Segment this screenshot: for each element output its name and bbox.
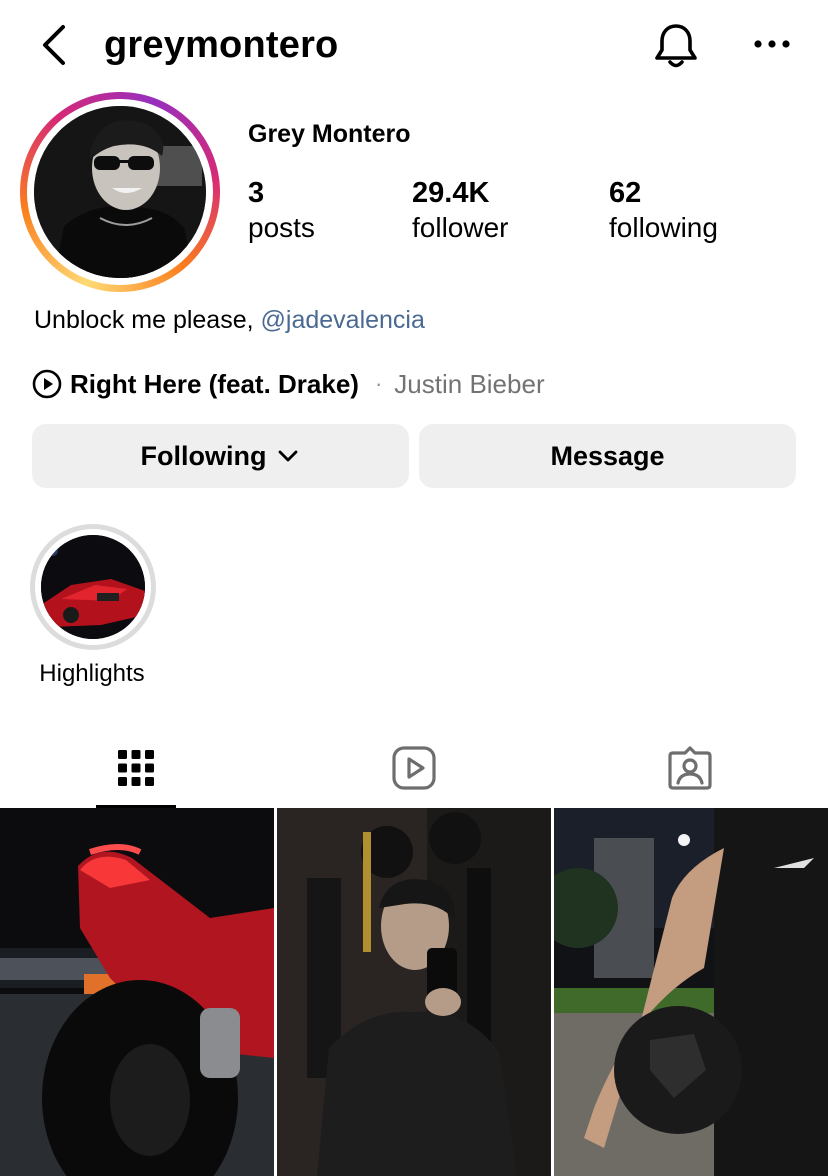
avatar [34, 106, 206, 278]
more-options-button[interactable] [748, 26, 796, 62]
following-count: 62 [609, 177, 642, 209]
bell-icon [655, 24, 697, 68]
music-artist: Justin Bieber [394, 368, 545, 399]
tab-reels[interactable] [374, 728, 454, 808]
posts-label: posts [248, 212, 315, 243]
profile-page: greymontero Grey Montero 3 posts 29.4K f… [0, 0, 828, 1176]
message-button-label: Message [550, 440, 665, 471]
notifications-button[interactable] [652, 20, 700, 70]
music-title: Right Here (feat. Drake) [70, 368, 359, 399]
profile-bio: Unblock me please, @jadevalencia [34, 306, 425, 335]
highlight-label: Highlights [39, 660, 145, 687]
bio-mention-link[interactable]: @jadevalencia [261, 306, 425, 334]
more-horizontal-icon [754, 40, 790, 48]
followers-stat[interactable]: 29.4K follower [412, 176, 508, 246]
avatar-story-ring[interactable] [20, 92, 220, 292]
following-stat[interactable]: 62 following [609, 176, 718, 246]
tagged-person-icon [668, 746, 712, 790]
profile-music[interactable]: Right Here (feat. Drake) · Justin Bieber [32, 364, 545, 404]
highlight-cover [41, 535, 145, 639]
chevron-left-icon [43, 25, 65, 65]
following-button-label: Following [140, 440, 267, 471]
post-thumbnail[interactable] [0, 808, 274, 1176]
back-button[interactable] [34, 22, 74, 68]
highlight-item[interactable] [30, 524, 156, 650]
posts-count: 3 [248, 177, 265, 209]
post-thumbnail[interactable] [554, 808, 828, 1176]
following-button[interactable]: Following [32, 424, 409, 488]
play-circle-icon [32, 369, 62, 399]
tab-tagged[interactable] [650, 728, 730, 808]
followers-count: 29.4K [412, 177, 490, 209]
music-separator: · [374, 371, 383, 396]
profile-full-name: Grey Montero [248, 120, 411, 148]
profile-tabs [0, 728, 828, 808]
followers-label: follower [412, 212, 509, 243]
top-bar: greymontero [0, 0, 828, 92]
posts-grid [0, 808, 828, 1176]
message-button[interactable]: Message [419, 424, 796, 488]
bio-text: Unblock me please, [34, 306, 254, 334]
tab-grid[interactable] [96, 728, 176, 808]
chevron-down-icon [279, 450, 298, 462]
posts-stat[interactable]: 3 posts [248, 176, 315, 246]
profile-username: greymontero [104, 24, 339, 66]
following-label: following [609, 212, 718, 243]
reels-icon [392, 746, 436, 790]
post-thumbnail[interactable] [277, 808, 551, 1176]
grid-icon [118, 750, 154, 786]
